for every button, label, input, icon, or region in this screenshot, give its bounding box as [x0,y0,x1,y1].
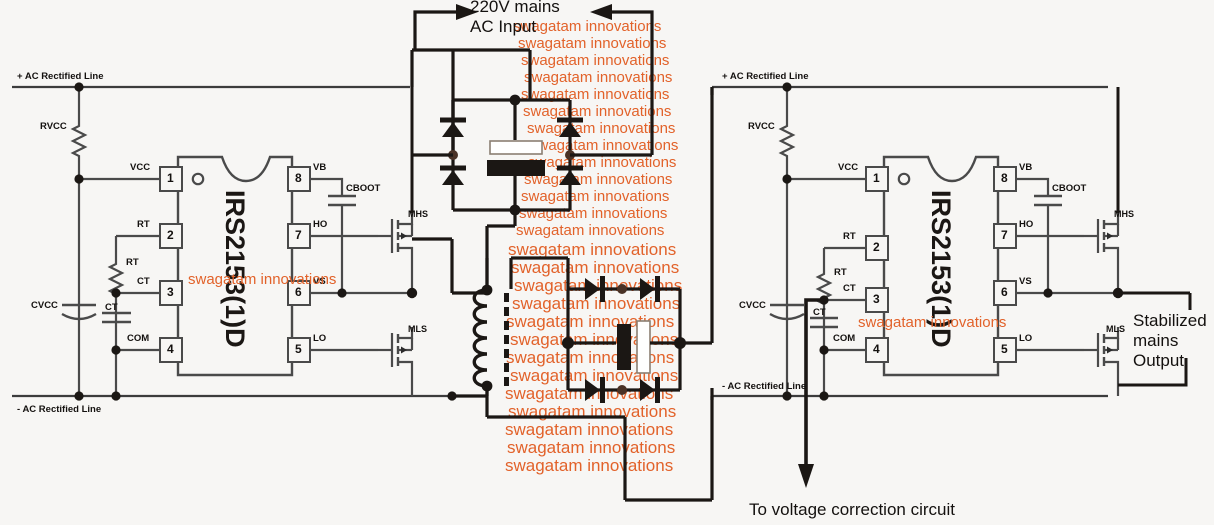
left-ic-pin5-label: LO [313,333,327,344]
right-ic-pin2-number: 2 [873,240,880,254]
left-ic-pin4-label: COM [127,333,150,344]
right-ic-watermark: swagatam innovations [858,314,1007,331]
left-mosfet-high-label: MHS [408,209,428,219]
right-ic-pin5-label: LO [1019,333,1033,344]
left-ic-pin4-number: 4 [167,342,174,356]
left-ic-pin2-number: 2 [167,228,174,242]
output-label-line3: Output [1133,351,1185,370]
right-rt-label: RT [834,267,847,278]
schematic-overlay-svg [410,4,824,502]
ac-input-label-line1: 220V mains [470,0,560,16]
rail-label-left-negative: - AC Rectified Line [17,404,102,415]
left-ic-pin7-number: 7 [295,228,302,242]
right-ic-pin1-number: 1 [873,171,880,185]
rail-label-right-negative: - AC Rectified Line [722,381,807,392]
right-ic-pin6-label: VS [1019,276,1032,287]
right-ic-pin5-number: 5 [1001,342,1008,356]
ac-input-label-line2: AC Input [470,17,537,36]
left-ic-pin1-number: 1 [167,171,174,185]
left-ic-pin3-number: 3 [167,285,174,299]
transformer-primary [472,288,488,388]
right-ic-pin7-number: 7 [1001,228,1008,242]
left-ic-pin2-label: RT [137,219,150,230]
rail-label-left-positive: + AC Rectified Line [17,71,104,82]
left-ct-label: CT [105,302,118,313]
circuit-diagram-canvas: swagatam innovations swagatam innovations… [0,0,1214,525]
rail-label-right-positive: + AC Rectified Line [722,71,809,82]
voltage-correction-tap [798,298,824,488]
left-rt-label: RT [126,257,139,268]
left-cboot-label: CBOOT [346,183,381,194]
voltage-correction-note: To voltage correction circuit [749,500,955,519]
transformer-and-bottom-bridge [412,87,714,502]
right-mosfet-low-label: MLS [1106,324,1125,334]
right-ic-pin6-number: 6 [1001,285,1008,299]
right-mosfet-high-label: MHS [1114,209,1134,219]
right-ic-pin1-label: VCC [838,162,859,173]
left-ic-pin8-number: 8 [295,171,302,185]
left-ic-part-number: IRS2153(1)D [220,190,250,348]
left-ic-pin3-label: CT [137,276,150,287]
left-ic-pin7-label: HO [313,219,328,230]
left-ic-pin1-label: VCC [130,162,151,173]
right-ct-label: CT [813,307,826,318]
right-ic-pin4-label: COM [833,333,856,344]
right-ic-pin8-number: 8 [1001,171,1008,185]
right-ic-pin3-number: 3 [873,292,880,306]
right-ic-pin4-number: 4 [873,342,880,356]
right-cboot-label: CBOOT [1052,183,1087,194]
output-label-line1: Stabilized [1133,311,1207,330]
right-ic-pin8-label: VB [1019,162,1033,173]
left-cvcc-label: CVCC [31,300,58,311]
right-rvcc-label: RVCC [748,121,775,132]
transformer-core [504,293,509,386]
top-bridge-network [410,48,652,216]
output-label-line2: mains [1133,331,1179,350]
left-rvcc-label: RVCC [40,121,67,132]
right-ic-pin2-label: RT [843,231,856,242]
left-ic-pin5-number: 5 [295,342,302,356]
right-ic-pin3-label: CT [843,283,856,294]
left-mosfet-low-label: MLS [408,324,427,334]
left-ic-pin8-label: VB [313,162,327,173]
right-cvcc-label: CVCC [739,300,766,311]
right-ic-pin7-label: HO [1019,219,1034,230]
left-ic-watermark: swagatam innovations [188,271,337,288]
